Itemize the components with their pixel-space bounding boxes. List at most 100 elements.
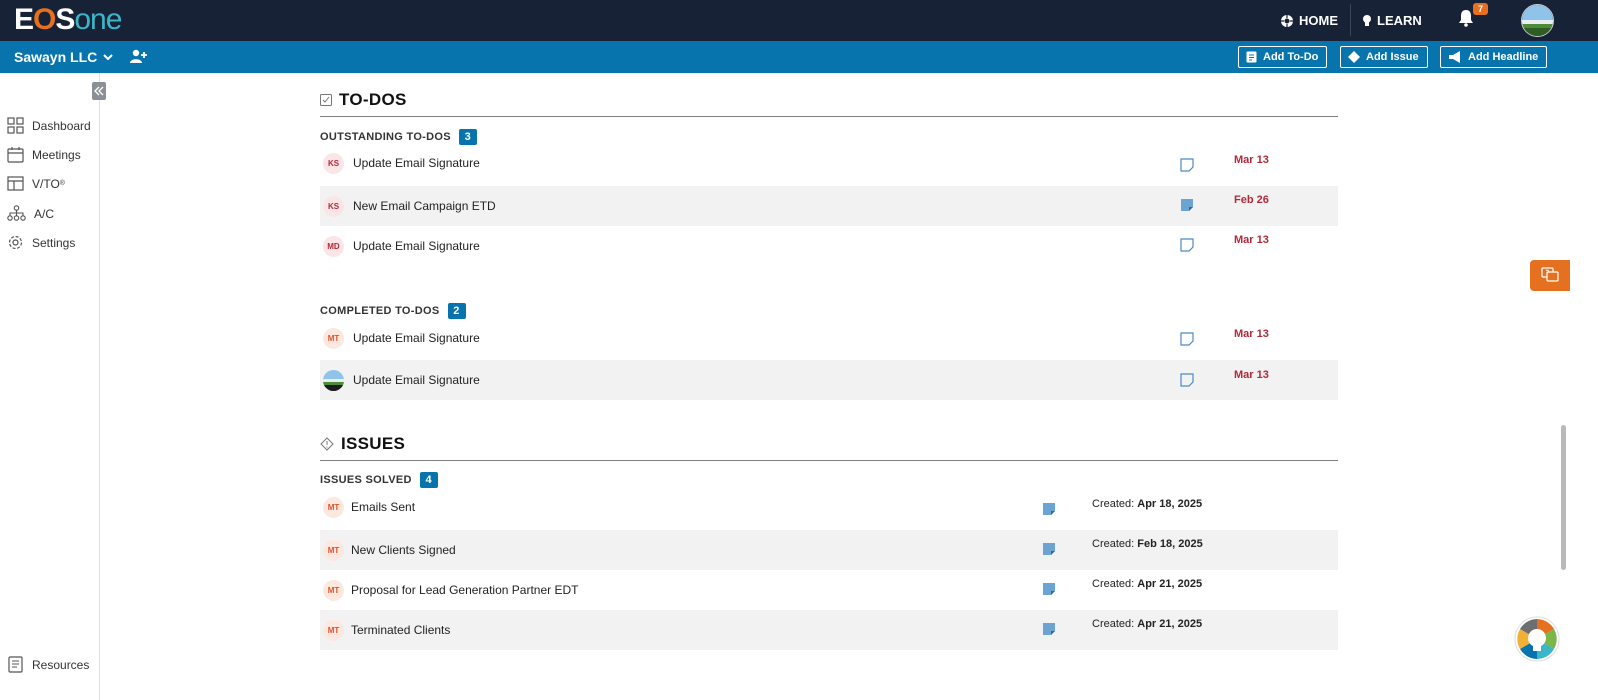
owner-initials: MD — [323, 235, 344, 257]
issue-row[interactable]: MT Terminated Clients Created: Apr 21, 2… — [320, 610, 1338, 650]
org-chart-icon — [7, 205, 26, 221]
todo-row[interactable]: KS Update Email Signature Mar 13 — [320, 143, 1338, 183]
calendar-icon — [7, 147, 24, 163]
eos-one-logo[interactable]: EOSone — [14, 5, 122, 35]
issues-solved-header: ISSUES SOLVED 4 — [320, 472, 438, 488]
todo-icon — [1246, 51, 1257, 63]
collapse-sidebar-button[interactable] — [92, 82, 106, 100]
issues-solved-count-badge: 4 — [419, 472, 438, 488]
issue-title[interactable]: Proposal for Lead Generation Partner EDT — [351, 583, 578, 597]
todos-title: TO-DOS — [339, 89, 407, 109]
todo-title[interactable]: Update Email Signature — [353, 239, 480, 253]
issue-row[interactable]: MT New Clients Signed Created: Feb 18, 2… — [320, 530, 1338, 570]
due-date: Mar 13 — [1234, 154, 1269, 166]
sidebar: Dashboard Meetings V/TO ® A/C Settings Re… — [0, 73, 106, 700]
notes-filled-icon[interactable] — [1042, 582, 1056, 596]
user-avatar[interactable] — [1521, 4, 1554, 37]
created-date: Created: Apr 18, 2025 — [1092, 498, 1203, 510]
sidebar-item-label: Resources — [32, 657, 90, 672]
due-date: Mar 13 — [1234, 328, 1269, 340]
scrollbar-thumb[interactable] — [1561, 425, 1566, 570]
due-date: Feb 26 — [1234, 194, 1269, 206]
nav-divider — [1350, 4, 1351, 36]
chevron-down-icon — [103, 53, 113, 60]
feedback-tab[interactable] — [1530, 260, 1570, 291]
sidebar-item-vto[interactable]: V/TO ® — [7, 175, 65, 192]
eos-lightbulb-helper-icon[interactable] — [1514, 616, 1560, 662]
issues-title: ISSUES — [341, 433, 406, 453]
issue-title[interactable]: New Clients Signed — [351, 543, 456, 557]
home-label: HOME — [1299, 13, 1338, 28]
notes-icon[interactable] — [1180, 332, 1194, 346]
learn-label: LEARN — [1377, 13, 1422, 28]
company-selector[interactable]: Sawayn LLC — [14, 49, 113, 65]
top-bar: EOSone HOME LEARN 7 — [0, 0, 1598, 41]
sidebar-item-settings[interactable]: Settings — [7, 234, 75, 251]
gear-icon — [8, 235, 23, 250]
sidebar-item-dashboard[interactable]: Dashboard — [7, 117, 91, 134]
sidebar-item-label: Settings — [32, 235, 76, 250]
completed-count-badge: 2 — [447, 303, 466, 319]
sidebar-item-label: A/C — [34, 206, 55, 221]
notes-filled-icon[interactable] — [1042, 542, 1056, 556]
issue-row[interactable]: MT Proposal for Lead Generation Partner … — [320, 570, 1338, 610]
owner-avatar — [323, 369, 344, 391]
owner-initials: MT — [323, 619, 344, 641]
owner-initials: MT — [323, 539, 344, 561]
todos-section-header: TO-DOS — [320, 83, 1338, 117]
todo-row[interactable]: Update Email Signature Mar 13 — [320, 360, 1338, 400]
issue-title[interactable]: Emails Sent — [351, 500, 415, 514]
notes-icon[interactable] — [1180, 373, 1194, 387]
issue-diamond-outline-icon — [320, 436, 334, 451]
notes-filled-icon[interactable] — [1180, 198, 1194, 212]
registered-mark: ® — [59, 180, 65, 187]
megaphone-icon — [1449, 51, 1460, 63]
todo-title[interactable]: Update Email Signature — [353, 156, 480, 170]
todo-row[interactable]: MD Update Email Signature Mar 13 — [320, 226, 1338, 266]
learn-nav-link[interactable]: LEARN — [1362, 0, 1422, 41]
issues-section-header: ISSUES — [320, 427, 1338, 461]
notifications-bell-icon[interactable] — [1458, 9, 1474, 27]
todo-title[interactable]: Update Email Signature — [353, 373, 480, 387]
completed-todos-header: COMPLETED TO-DOS 2 — [320, 303, 466, 319]
created-date: Created: Apr 21, 2025 — [1092, 618, 1203, 630]
notification-count-badge: 7 — [1473, 3, 1488, 15]
issue-title[interactable]: Terminated Clients — [351, 623, 450, 637]
add-issue-button[interactable]: Add Issue — [1340, 46, 1428, 68]
todo-title[interactable]: Update Email Signature — [353, 331, 480, 345]
sidebar-item-label: Meetings — [32, 147, 81, 162]
notes-filled-icon[interactable] — [1042, 502, 1056, 516]
created-date: Created: Feb 18, 2025 — [1092, 538, 1203, 550]
vto-layout-icon — [7, 176, 24, 191]
owner-initials: KS — [323, 152, 344, 174]
owner-initials: MT — [323, 327, 344, 349]
todo-checkbox-icon — [320, 94, 332, 106]
sidebar-item-label: Dashboard — [32, 118, 91, 133]
todo-row[interactable]: MT Update Email Signature Mar 13 — [320, 318, 1338, 358]
notes-filled-icon[interactable] — [1042, 622, 1056, 636]
owner-initials: MT — [323, 496, 344, 518]
sidebar-item-meetings[interactable]: Meetings — [7, 146, 81, 163]
add-user-icon[interactable] — [130, 49, 148, 64]
todo-row[interactable]: KS New Email Campaign ETD Feb 26 — [320, 186, 1338, 226]
lightbulb-icon — [1363, 14, 1371, 26]
company-name: Sawayn LLC — [14, 49, 98, 65]
todo-title[interactable]: New Email Campaign ETD — [353, 199, 496, 213]
owner-initials: MT — [323, 579, 344, 601]
chat-question-icon — [1541, 267, 1559, 282]
add-headline-button[interactable]: Add Headline — [1440, 46, 1548, 68]
due-date: Mar 13 — [1234, 369, 1269, 381]
add-todo-button[interactable]: Add To-Do — [1238, 46, 1328, 68]
issue-row[interactable]: MT Emails Sent Created: Apr 18, 2025 — [320, 487, 1338, 527]
double-chevron-left-icon — [94, 86, 104, 96]
dashboard-grid-icon — [7, 117, 24, 134]
home-nav-link[interactable]: HOME — [1280, 0, 1338, 41]
sidebar-item-ac[interactable]: A/C — [7, 205, 54, 222]
due-date: Mar 13 — [1234, 234, 1269, 246]
company-bar: Sawayn LLC Add To-Do Add Issue Add Headl… — [0, 41, 1598, 73]
sidebar-item-resources[interactable]: Resources — [7, 656, 89, 673]
book-icon — [8, 656, 23, 673]
notes-icon[interactable] — [1180, 158, 1194, 172]
issue-diamond-icon — [1348, 51, 1360, 63]
notes-icon[interactable] — [1180, 238, 1194, 252]
